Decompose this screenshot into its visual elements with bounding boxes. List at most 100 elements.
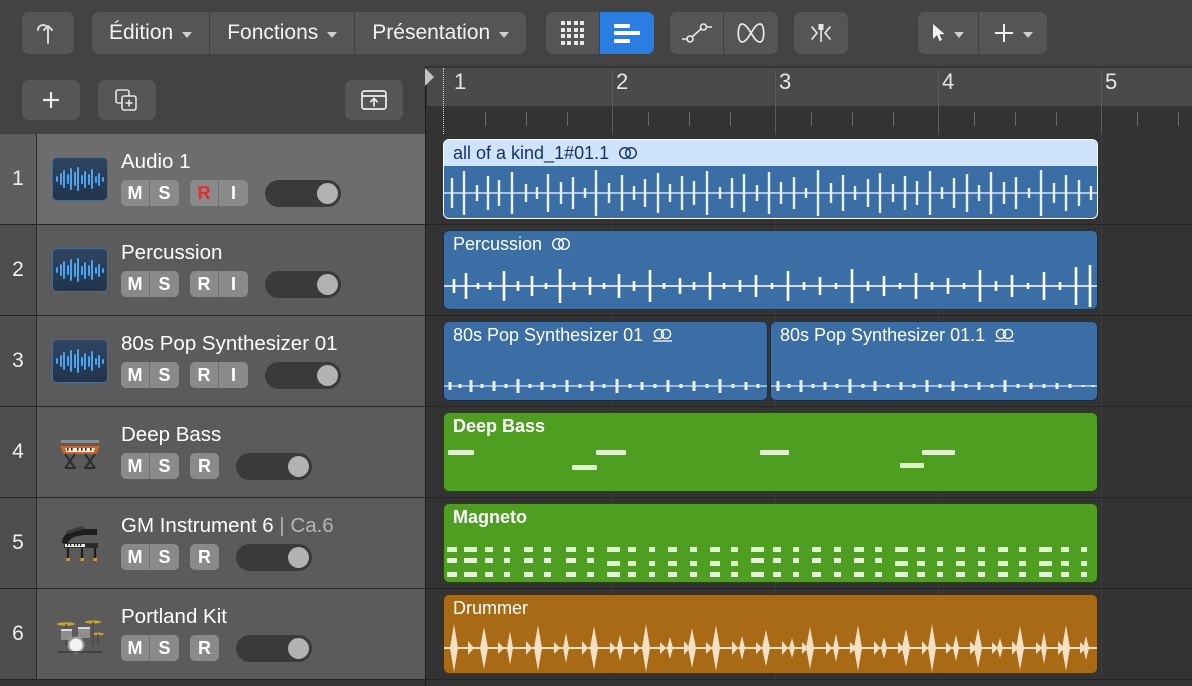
track-name[interactable]: GM Instrument 6 | Ca.6 <box>121 515 334 537</box>
toggle-knob <box>288 455 309 477</box>
pointer-tool-button[interactable] <box>918 12 980 54</box>
mute-button[interactable]: M <box>121 635 150 662</box>
track-lane[interactable]: Magneto <box>426 498 1192 589</box>
bar-ruler[interactable]: 1 2 3 4 5 <box>425 66 1192 134</box>
track-on-toggle[interactable] <box>236 452 312 480</box>
audio-region[interactable]: 80s Pop Synthesizer 01.1 <box>770 321 1098 401</box>
track-name[interactable]: Portland Kit <box>121 606 312 628</box>
mute-button[interactable]: M <box>121 180 150 207</box>
audio-waveform-icon[interactable] <box>52 339 108 383</box>
record-enable-button[interactable]: R <box>190 453 219 479</box>
midi-region[interactable]: Magneto <box>443 503 1098 583</box>
ruler-subtick <box>1178 112 1179 126</box>
playhead-marker[interactable] <box>425 68 434 86</box>
drummer-region[interactable]: Drummer <box>443 594 1098 674</box>
drum-kit-icon[interactable] <box>52 612 108 656</box>
arrange-area[interactable]: all of a kind_1#01.1 Percussion 80s Pop … <box>425 134 1192 686</box>
mute-button[interactable]: M <box>121 362 150 389</box>
grand-piano-icon[interactable] <box>52 521 108 565</box>
synth-keyboard-icon[interactable] <box>52 430 108 474</box>
mute-solo-pair: M S <box>121 180 179 207</box>
track-name-text: Deep Bass <box>121 423 222 447</box>
track-controls: M S R I <box>121 179 341 207</box>
track-lane[interactable]: 80s Pop Synthesizer 01 80s Pop Synthesiz… <box>426 316 1192 407</box>
track-header-row[interactable]: 5 GM Instrument 6 | Ca.6 M S R <box>0 498 425 589</box>
marquee-tool-button[interactable] <box>979 12 1047 54</box>
track-on-toggle[interactable] <box>265 361 341 389</box>
chevron-down-icon <box>182 31 193 38</box>
solo-button[interactable]: S <box>150 453 179 479</box>
bar-gridline <box>775 70 776 134</box>
record-input-pair: R I <box>190 180 248 207</box>
mute-solo-pair: M S <box>121 271 179 298</box>
ruler-subtick <box>852 112 853 126</box>
track-lane[interactable]: Drummer <box>426 589 1192 680</box>
flex-button[interactable] <box>724 12 778 54</box>
solo-button[interactable]: S <box>150 180 179 206</box>
mute-button[interactable]: M <box>121 544 150 571</box>
track-name[interactable]: 80s Pop Synthesizer 01 <box>121 333 341 355</box>
solo-button[interactable]: S <box>150 635 179 661</box>
audio-region[interactable]: all of a kind_1#01.1 <box>443 139 1098 219</box>
track-number: 2 <box>0 225 37 315</box>
bar-label-1: 1 <box>454 69 467 94</box>
menu-edition[interactable]: Édition <box>92 12 211 54</box>
menu-fonctions[interactable]: Fonctions <box>210 12 356 54</box>
list-view-button[interactable] <box>600 12 655 54</box>
track-on-toggle[interactable] <box>236 543 312 571</box>
record-enable-button[interactable]: R <box>190 271 219 298</box>
mute-button[interactable]: M <box>121 271 150 298</box>
audio-waveform-icon[interactable] <box>52 248 108 292</box>
track-header-row[interactable]: 1 Audio 1 M S R I <box>0 134 425 225</box>
track-on-toggle[interactable] <box>236 634 312 662</box>
track-header-row[interactable]: 6 Portland Kit M S R <box>0 589 425 680</box>
track-lane[interactable]: all of a kind_1#01.1 <box>426 134 1192 225</box>
ruler-subtick <box>567 112 568 126</box>
automation-button[interactable] <box>670 12 725 54</box>
snap-to-marker-button[interactable] <box>794 12 848 54</box>
bar-gridline <box>938 70 939 134</box>
input-monitor-button[interactable]: I <box>219 180 248 206</box>
track-lane[interactable]: Deep Bass <box>426 407 1192 498</box>
region-name: 80s Pop Synthesizer 01 <box>453 324 644 345</box>
midi-note-grid <box>447 547 1087 577</box>
midi-region[interactable]: Deep Bass <box>443 412 1098 492</box>
track-name[interactable]: Deep Bass <box>121 424 312 446</box>
grid-view-button[interactable] <box>546 12 601 54</box>
menu-presentation[interactable]: Présentation <box>355 12 526 54</box>
input-monitor-button[interactable]: I <box>219 271 248 297</box>
record-enable-button[interactable]: R <box>190 544 219 570</box>
region-waveform <box>771 348 1097 400</box>
track-on-toggle[interactable] <box>265 270 341 298</box>
track-header-row[interactable]: 3 80s Pop Synthesizer 01 M S R I <box>0 316 425 407</box>
record-enable-wrap: R <box>190 544 219 571</box>
audio-waveform-icon[interactable] <box>52 157 108 201</box>
duplicate-track-button[interactable] <box>98 80 156 120</box>
track-header-row[interactable]: 4 Deep Bass M S R <box>0 407 425 498</box>
region-waveform <box>444 621 1097 673</box>
mute-button[interactable]: M <box>121 453 150 480</box>
audio-region[interactable]: 80s Pop Synthesizer 01 <box>443 321 768 401</box>
nav-up-button[interactable] <box>22 12 74 54</box>
track-name-text: Portland Kit <box>121 605 227 629</box>
record-enable-button[interactable]: R <box>190 362 219 389</box>
open-library-button[interactable] <box>345 80 403 120</box>
track-lane[interactable]: Percussion <box>426 225 1192 316</box>
add-track-button[interactable] <box>22 80 80 120</box>
record-enable-button[interactable]: R <box>190 635 219 661</box>
audio-region[interactable]: Percussion <box>443 230 1098 310</box>
track-on-toggle[interactable] <box>265 179 341 207</box>
record-enable-button[interactable]: R <box>190 180 219 207</box>
mute-solo-pair: M S <box>121 544 179 571</box>
track-name[interactable]: Percussion <box>121 242 341 264</box>
solo-button[interactable]: S <box>150 271 179 297</box>
solo-button[interactable]: S <box>150 362 179 388</box>
ruler-subtick <box>811 112 812 126</box>
toggle-knob <box>288 546 309 568</box>
mute-solo-pair: M S <box>121 362 179 389</box>
solo-button[interactable]: S <box>150 544 179 570</box>
track-header-row[interactable]: 2 Percussion M S R I <box>0 225 425 316</box>
input-monitor-button[interactable]: I <box>219 362 248 388</box>
track-name[interactable]: Audio 1 <box>121 151 341 173</box>
list-icon <box>614 23 641 43</box>
